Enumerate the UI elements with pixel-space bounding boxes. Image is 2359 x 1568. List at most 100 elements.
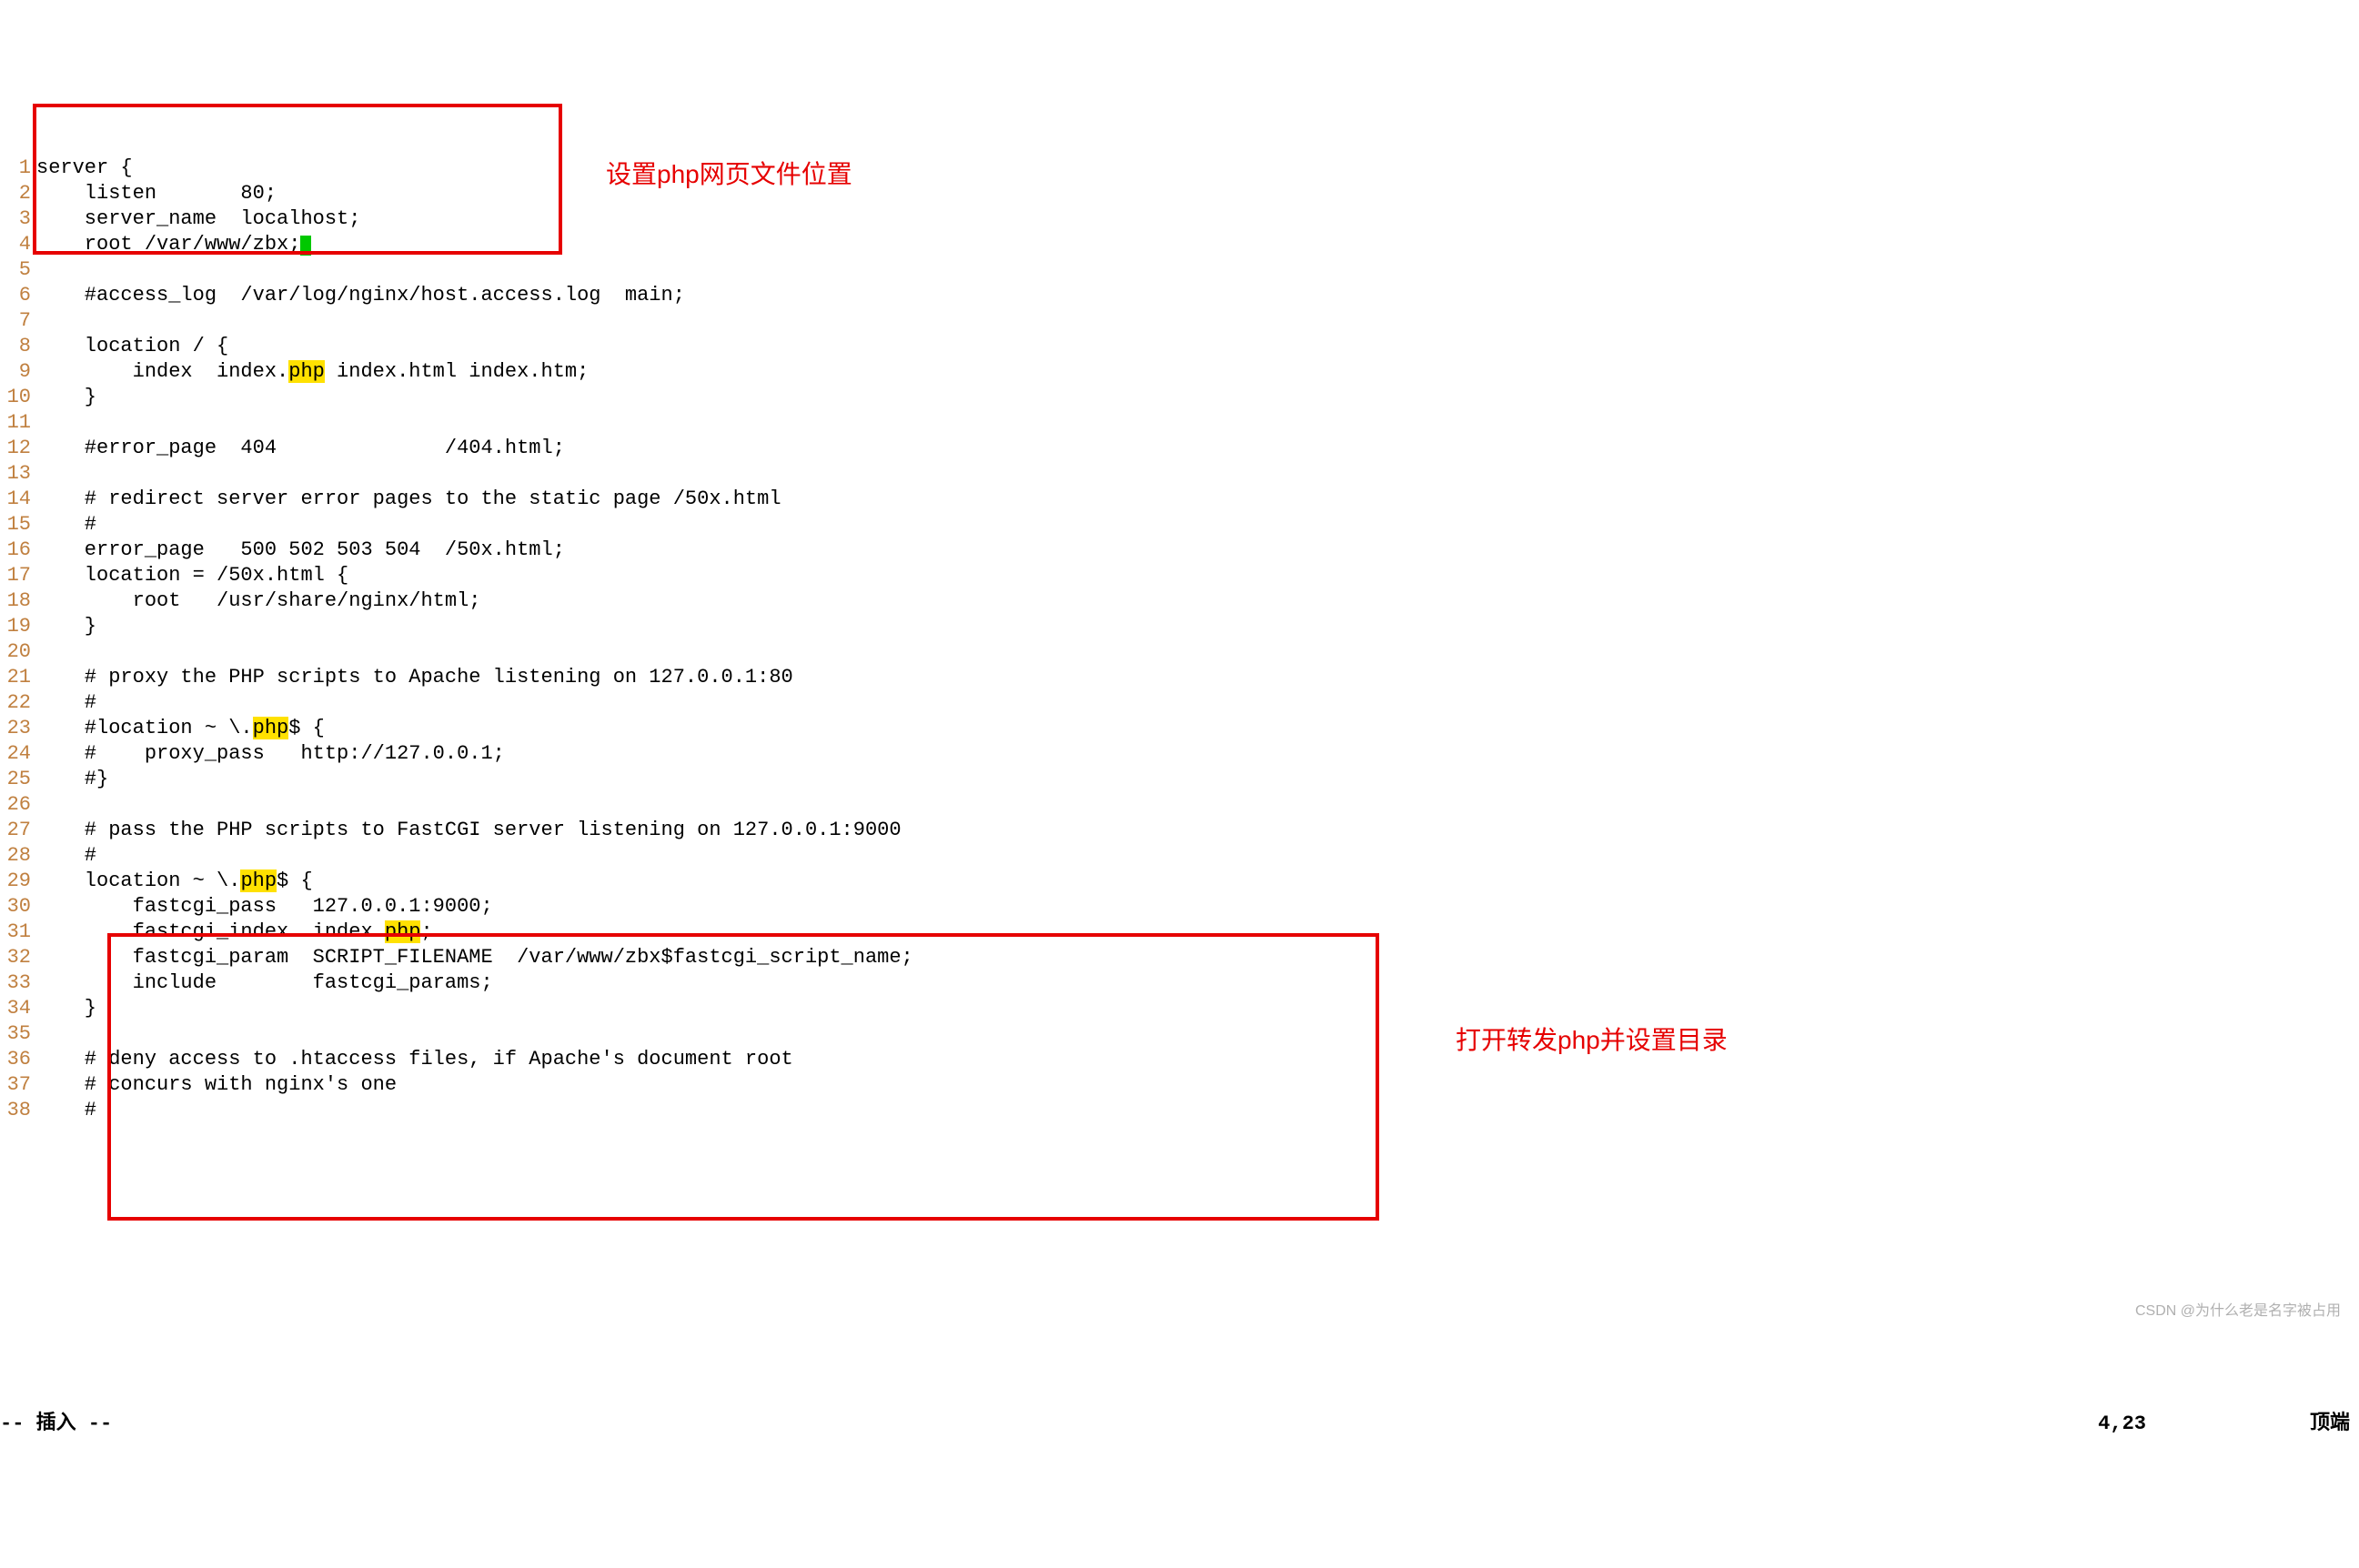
code-line[interactable]: 24 # proxy_pass http://127.0.0.1;: [0, 742, 2359, 768]
line-number: 3: [0, 206, 31, 233]
code-line[interactable]: 18 root /usr/share/nginx/html;: [0, 589, 2359, 615]
code-line[interactable]: 11: [0, 411, 2359, 437]
line-content[interactable]: location = /50x.html {: [31, 563, 348, 589]
line-content[interactable]: server {: [31, 156, 133, 182]
line-content[interactable]: # deny access to .htaccess files, if Apa…: [31, 1047, 793, 1073]
line-number: 17: [0, 563, 31, 589]
line-content[interactable]: # proxy the PHP scripts to Apache listen…: [31, 665, 793, 691]
code-line[interactable]: 7: [0, 309, 2359, 335]
line-content[interactable]: listen 80;: [31, 181, 277, 207]
line-content[interactable]: #: [31, 512, 96, 538]
line-content[interactable]: root /usr/share/nginx/html;: [31, 588, 480, 615]
line-number: 21: [0, 665, 31, 691]
code-line[interactable]: 38 #: [0, 1099, 2359, 1124]
annotation-label-top: 设置php网页文件位置: [606, 158, 852, 191]
search-highlight: php: [288, 360, 325, 383]
vim-file-loc: 顶端: [2310, 1412, 2350, 1438]
line-content[interactable]: # pass the PHP scripts to FastCGI server…: [31, 818, 902, 844]
line-number: 29: [0, 869, 31, 895]
line-number: 18: [0, 588, 31, 615]
line-number: 5: [0, 257, 31, 284]
code-line[interactable]: 1server {: [0, 156, 2359, 182]
line-number: 12: [0, 436, 31, 462]
code-line[interactable]: 29 location ~ \.php$ {: [0, 869, 2359, 895]
line-content[interactable]: #: [31, 843, 96, 869]
code-line[interactable]: 32 fastcgi_param SCRIPT_FILENAME /var/ww…: [0, 946, 2359, 971]
line-content[interactable]: include fastcgi_params;: [31, 970, 493, 997]
line-content[interactable]: root /var/www/zbx;: [31, 232, 311, 258]
code-line[interactable]: 35: [0, 1022, 2359, 1048]
line-content[interactable]: #access_log /var/log/nginx/host.access.l…: [31, 283, 685, 309]
code-line[interactable]: 19 }: [0, 615, 2359, 640]
line-content[interactable]: index index.php index.html index.htm;: [31, 359, 589, 386]
code-line[interactable]: 9 index index.php index.html index.htm;: [0, 360, 2359, 386]
line-content[interactable]: #location ~ \.php$ {: [31, 716, 325, 742]
line-number: 23: [0, 716, 31, 742]
code-line[interactable]: 22 #: [0, 691, 2359, 717]
line-content[interactable]: #}: [31, 767, 108, 793]
code-line[interactable]: 13: [0, 462, 2359, 487]
code-line[interactable]: 28 #: [0, 844, 2359, 869]
line-number: 1: [0, 156, 31, 182]
line-number: 14: [0, 487, 31, 513]
code-line[interactable]: 6 #access_log /var/log/nginx/host.access…: [0, 284, 2359, 309]
line-number: 25: [0, 767, 31, 793]
code-line[interactable]: 21 # proxy the PHP scripts to Apache lis…: [0, 666, 2359, 691]
code-line[interactable]: 16 error_page 500 502 503 504 /50x.html;: [0, 538, 2359, 564]
line-number: 38: [0, 1098, 31, 1124]
line-number: 22: [0, 690, 31, 717]
line-number: 35: [0, 1021, 31, 1048]
code-line[interactable]: 5: [0, 258, 2359, 284]
line-content[interactable]: #: [31, 1098, 96, 1124]
code-line[interactable]: 2 listen 80;: [0, 182, 2359, 207]
code-line[interactable]: 14 # redirect server error pages to the …: [0, 487, 2359, 513]
code-line[interactable]: 33 include fastcgi_params;: [0, 971, 2359, 997]
search-highlight: php: [240, 869, 277, 892]
code-line[interactable]: 4 root /var/www/zbx;: [0, 233, 2359, 258]
code-line[interactable]: 20: [0, 640, 2359, 666]
code-line[interactable]: 27 # pass the PHP scripts to FastCGI ser…: [0, 819, 2359, 844]
line-content[interactable]: server_name localhost;: [31, 206, 360, 233]
code-line[interactable]: 26: [0, 793, 2359, 819]
code-line[interactable]: 10 }: [0, 386, 2359, 411]
search-highlight: php: [385, 920, 421, 943]
code-line[interactable]: 34 }: [0, 997, 2359, 1022]
cursor: [300, 236, 311, 256]
line-content[interactable]: }: [31, 996, 96, 1022]
editor-area[interactable]: 1server {2 listen 80;3 server_name local…: [0, 104, 2359, 1358]
line-content[interactable]: # proxy_pass http://127.0.0.1;: [31, 741, 505, 768]
line-number: 26: [0, 792, 31, 819]
code-line[interactable]: 15 #: [0, 513, 2359, 538]
line-content[interactable]: fastcgi_param SCRIPT_FILENAME /var/www/z…: [31, 945, 913, 971]
code-line[interactable]: 23 #location ~ \.php$ {: [0, 717, 2359, 742]
vim-mode: -- 插入 --: [0, 1412, 112, 1438]
line-number: 34: [0, 996, 31, 1022]
code-line[interactable]: 30 fastcgi_pass 127.0.0.1:9000;: [0, 895, 2359, 920]
line-content[interactable]: #error_page 404 /404.html;: [31, 436, 565, 462]
line-content[interactable]: location / {: [31, 334, 228, 360]
line-number: 4: [0, 232, 31, 258]
line-number: 33: [0, 970, 31, 997]
code-line[interactable]: 12 #error_page 404 /404.html;: [0, 437, 2359, 462]
code-line[interactable]: 17 location = /50x.html {: [0, 564, 2359, 589]
line-content[interactable]: # redirect server error pages to the sta…: [31, 487, 781, 513]
line-content[interactable]: error_page 500 502 503 504 /50x.html;: [31, 538, 565, 564]
code-line[interactable]: 8 location / {: [0, 335, 2359, 360]
line-content[interactable]: fastcgi_index index.php;: [31, 920, 433, 946]
line-content[interactable]: fastcgi_pass 127.0.0.1:9000;: [31, 894, 493, 920]
line-content[interactable]: }: [31, 614, 96, 640]
code-line[interactable]: 36 # deny access to .htaccess files, if …: [0, 1048, 2359, 1073]
code-line[interactable]: 31 fastcgi_index index.php;: [0, 920, 2359, 946]
line-number: 30: [0, 894, 31, 920]
code-line[interactable]: 37 # concurs with nginx's one: [0, 1073, 2359, 1099]
code-line[interactable]: 25 #}: [0, 768, 2359, 793]
line-content[interactable]: #: [31, 690, 96, 717]
line-content[interactable]: }: [31, 385, 96, 411]
vim-cursor-pos: 4,23: [2098, 1412, 2146, 1438]
line-number: 11: [0, 410, 31, 437]
line-number: 2: [0, 181, 31, 207]
line-content[interactable]: location ~ \.php$ {: [31, 869, 313, 895]
code-line[interactable]: 3 server_name localhost;: [0, 207, 2359, 233]
search-highlight: php: [253, 717, 289, 739]
line-content[interactable]: # concurs with nginx's one: [31, 1072, 397, 1099]
